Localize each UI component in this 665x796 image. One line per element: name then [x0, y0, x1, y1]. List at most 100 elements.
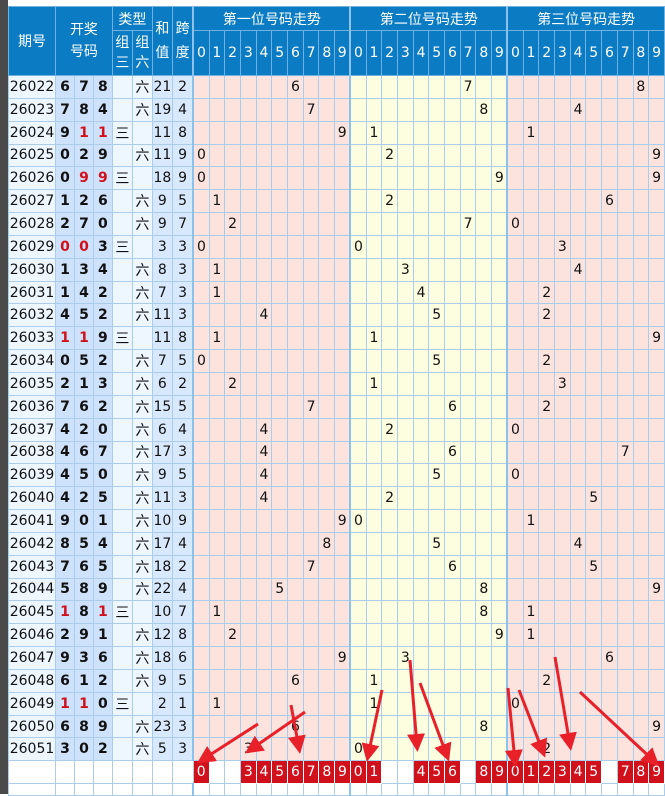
pos2-digit-header: 2 — [381, 30, 398, 76]
trend-cell — [506, 577, 524, 602]
trend-cell — [239, 691, 257, 716]
trend-cell — [287, 189, 304, 214]
trend-cell — [412, 577, 430, 602]
period-cell: 26039 — [8, 463, 56, 488]
group3-cell — [111, 349, 133, 373]
trend-cell — [601, 600, 618, 625]
table-row: 26045 1 8 1 三 10 7 1 8 1 — [8, 600, 665, 625]
trend-cell — [287, 691, 304, 716]
trend-cell — [365, 212, 383, 236]
trend-cell — [271, 280, 289, 305]
trend-cell — [255, 737, 273, 762]
blank-cell — [412, 783, 430, 796]
trend-cell — [192, 120, 210, 145]
trend-cell — [522, 234, 540, 259]
trend-cell — [569, 303, 587, 328]
trend-cell — [459, 143, 477, 168]
trend-cell — [349, 646, 367, 670]
highlighted-digit: 6 — [444, 760, 461, 785]
trend-cell — [459, 349, 477, 373]
trend-cell — [287, 600, 304, 625]
trend-hit: 8 — [475, 600, 493, 625]
table-row: 26050 6 8 9 六 23 3 6 8 9 — [8, 714, 665, 739]
trend-cell — [287, 280, 304, 305]
trend-cell — [239, 417, 257, 442]
trend-cell — [224, 97, 241, 122]
trend-hit: 4 — [255, 463, 273, 488]
trend-cell — [349, 212, 367, 236]
trend-cell — [224, 166, 241, 191]
trend-cell — [255, 280, 273, 305]
trend-cell — [396, 349, 414, 373]
trend-hit: 5 — [428, 349, 446, 373]
trend-cell — [491, 646, 508, 670]
trend-cell — [208, 531, 226, 556]
draw-digit: 0 — [73, 509, 94, 533]
draw-digit: 4 — [92, 97, 113, 122]
pos1-digit-header: 5 — [271, 30, 289, 76]
trend-cell — [365, 486, 383, 511]
trend-cell — [601, 303, 618, 328]
pos3-digit-header: 3 — [554, 30, 571, 76]
trend-cell — [538, 440, 555, 465]
group6-header: 组六 — [131, 30, 153, 76]
blank-cell — [8, 783, 56, 796]
trend-cell — [632, 668, 650, 693]
trend-cell — [569, 646, 587, 670]
trend-hit: 1 — [365, 326, 383, 351]
trend-hit: 2 — [381, 486, 398, 511]
trend-cell — [428, 280, 446, 305]
trend-cell — [616, 166, 634, 191]
span-cell: 8 — [171, 326, 194, 351]
span-cell: 4 — [171, 577, 194, 602]
blank-cell — [54, 783, 75, 796]
trend-cell — [475, 234, 493, 259]
highlighted-digit: 1 — [365, 760, 383, 785]
trend-cell — [287, 371, 304, 396]
trend-cell — [239, 623, 257, 648]
trend-cell — [491, 97, 508, 122]
trend-cell — [601, 349, 618, 373]
trend-cell — [239, 554, 257, 579]
trend-cell — [444, 143, 461, 168]
period-cell: 26032 — [8, 303, 56, 328]
draw-digit: 9 — [73, 166, 94, 191]
highlighted-digit: 4 — [412, 760, 430, 785]
trend-cell — [208, 212, 226, 236]
sum-header: 和值 — [151, 6, 173, 76]
trend-cell — [648, 394, 665, 419]
trend-cell — [224, 394, 241, 419]
trend-cell — [334, 326, 351, 351]
period-cell: 26027 — [8, 189, 56, 214]
table-row: 26046 2 9 1 六 12 8 2 9 1 — [8, 623, 665, 648]
span-cell: 6 — [171, 646, 194, 670]
trend-hit: 5 — [428, 531, 446, 556]
trend-cell — [271, 257, 289, 282]
trend-cell — [287, 486, 304, 511]
trend-hit: 1 — [208, 189, 226, 214]
trend-cell — [334, 280, 351, 305]
group3-cell — [111, 371, 133, 396]
trend-cell — [554, 326, 571, 351]
blank-cell — [601, 760, 618, 785]
trend-cell — [302, 646, 320, 670]
trend-cell — [334, 577, 351, 602]
trend-cell — [271, 714, 289, 739]
trend-cell — [569, 212, 587, 236]
trend-cell — [271, 509, 289, 533]
trend-cell — [224, 554, 241, 579]
trend-cell — [506, 189, 524, 214]
trend-cell — [648, 646, 665, 670]
blank-cell — [554, 783, 571, 796]
trend-cell — [475, 646, 493, 670]
table-row: 26033 1 1 9 三 11 8 1 1 9 — [8, 326, 665, 351]
trend-cell — [349, 691, 367, 716]
trend-cell — [396, 531, 414, 556]
trend-cell — [569, 280, 587, 305]
trend-cell — [554, 440, 571, 465]
trend-cell — [632, 349, 650, 373]
trend-cell — [287, 394, 304, 419]
trend-cell — [616, 326, 634, 351]
trend-cell — [208, 554, 226, 579]
trend-cell — [255, 531, 273, 556]
